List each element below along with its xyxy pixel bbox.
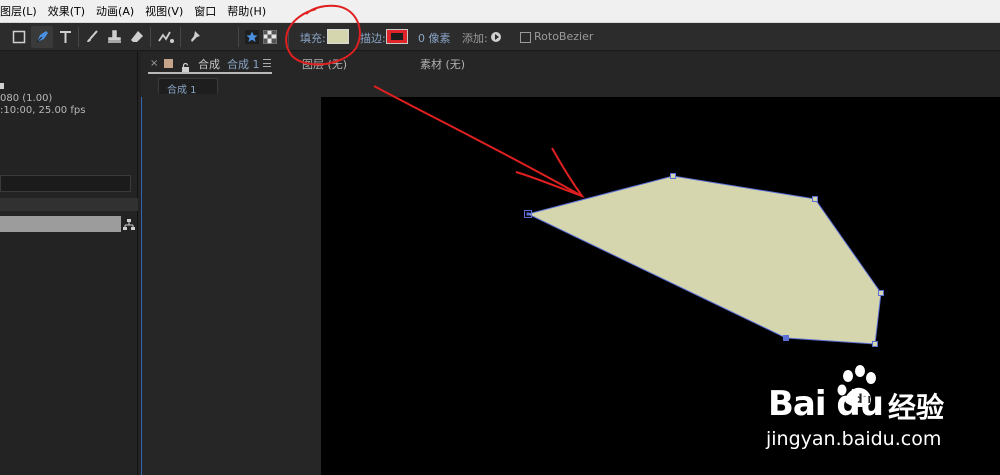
composition-breadcrumb-tab[interactable]: 合成 1: [158, 78, 218, 96]
star-shape-icon[interactable]: [244, 26, 260, 48]
comp-duration-text: :10:00, 25.00 fps: [0, 105, 86, 116]
menu-window[interactable]: 窗口: [189, 3, 222, 19]
flowchart-icon[interactable]: [123, 217, 135, 231]
menu-help[interactable]: 帮助(H): [222, 3, 272, 19]
pen-tool-icon[interactable]: [31, 26, 53, 48]
clone-stamp-icon[interactable]: [104, 26, 124, 48]
menu-animation[interactable]: 动画(A): [91, 3, 140, 19]
add-dropdown-button[interactable]: [491, 32, 501, 42]
layer-viewer-tab[interactable]: 图层 (无): [302, 56, 347, 72]
brush-tool-icon[interactable]: [82, 26, 102, 48]
watermark-url: jingyan.baidu.com: [766, 428, 942, 450]
menu-view[interactable]: 视图(V): [140, 3, 189, 19]
add-label: 添加:: [462, 32, 488, 45]
jingyan-logo-text: 经验: [888, 391, 945, 424]
project-search-input[interactable]: [0, 175, 131, 192]
rectangle-tool-icon[interactable]: [8, 26, 30, 48]
lock-icon[interactable]: [181, 58, 190, 73]
roto-brush-icon[interactable]: [155, 26, 177, 48]
panel-menu-icon[interactable]: [263, 59, 271, 67]
fill-label: 填充:: [300, 32, 326, 45]
viewer-pasteboard: [141, 97, 321, 475]
stroke-color-swatch[interactable]: [386, 29, 408, 44]
project-thumbnail-arrow-icon: [0, 83, 4, 89]
composition-tab-title[interactable]: 合成 合成 1: [198, 56, 260, 72]
baidu-logo-text: Bai du: [768, 384, 884, 424]
close-tab-icon[interactable]: ×: [150, 58, 158, 69]
project-list-header: [0, 198, 138, 211]
app-window: 图层(L) 效果(T) 动画(A) 视图(V) 窗口 帮助(H) 填充: 描边:…: [0, 0, 1000, 475]
project-item-row[interactable]: [0, 216, 121, 232]
comp-resolution-text: 080 (1.00): [0, 93, 53, 104]
rotobezier-label: RotoBezier: [534, 30, 594, 43]
composition-tab-label: 合成: [198, 58, 220, 71]
puppet-pin-icon[interactable]: [184, 26, 204, 48]
fill-color-swatch[interactable]: [327, 29, 349, 44]
stroke-label: 描边:: [360, 32, 386, 45]
eraser-icon[interactable]: [127, 26, 147, 48]
active-tab-indicator: [148, 72, 272, 74]
stroke-width-value[interactable]: 0 像素: [418, 30, 451, 46]
comp-color-label-icon: [164, 59, 173, 68]
baidu-jingyan-watermark: du Bai du 经验 jingyan.baidu.com: [766, 364, 996, 454]
rotobezier-checkbox[interactable]: [520, 32, 531, 43]
transparency-grid-icon[interactable]: [262, 26, 278, 48]
project-panel: 080 (1.00) :10:00, 25.00 fps: [0, 52, 138, 475]
text-tool-icon[interactable]: [55, 26, 77, 48]
footage-viewer-tab[interactable]: 素材 (无): [420, 56, 465, 72]
menu-bar: 图层(L) 效果(T) 动画(A) 视图(V) 窗口 帮助(H): [0, 0, 1000, 23]
menu-effect[interactable]: 效果(T): [43, 3, 91, 19]
composition-tab-name: 合成 1: [227, 58, 260, 71]
menu-layer[interactable]: 图层(L): [0, 3, 43, 19]
